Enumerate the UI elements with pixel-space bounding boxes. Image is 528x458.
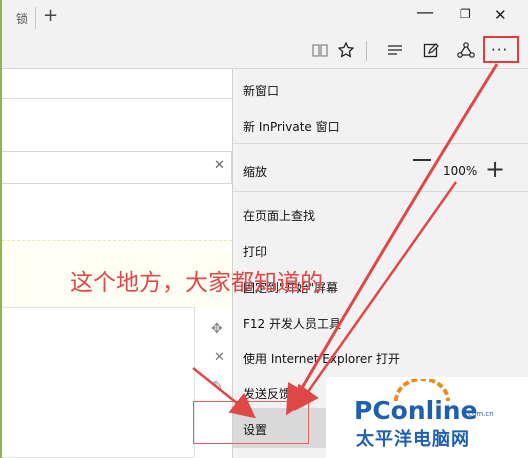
- arrow-pointer-left: [192, 367, 256, 419]
- arrow-to-settings: [285, 63, 499, 416]
- logo-domain: .com.cn: [466, 410, 494, 418]
- arrow-to-settings-2: [294, 181, 458, 412]
- logo-brand: PConline: [354, 396, 478, 425]
- logo-chinese: 太平洋电脑网: [356, 429, 470, 450]
- pconline-logo: PConline .com.cn 太平洋电脑网: [326, 377, 528, 458]
